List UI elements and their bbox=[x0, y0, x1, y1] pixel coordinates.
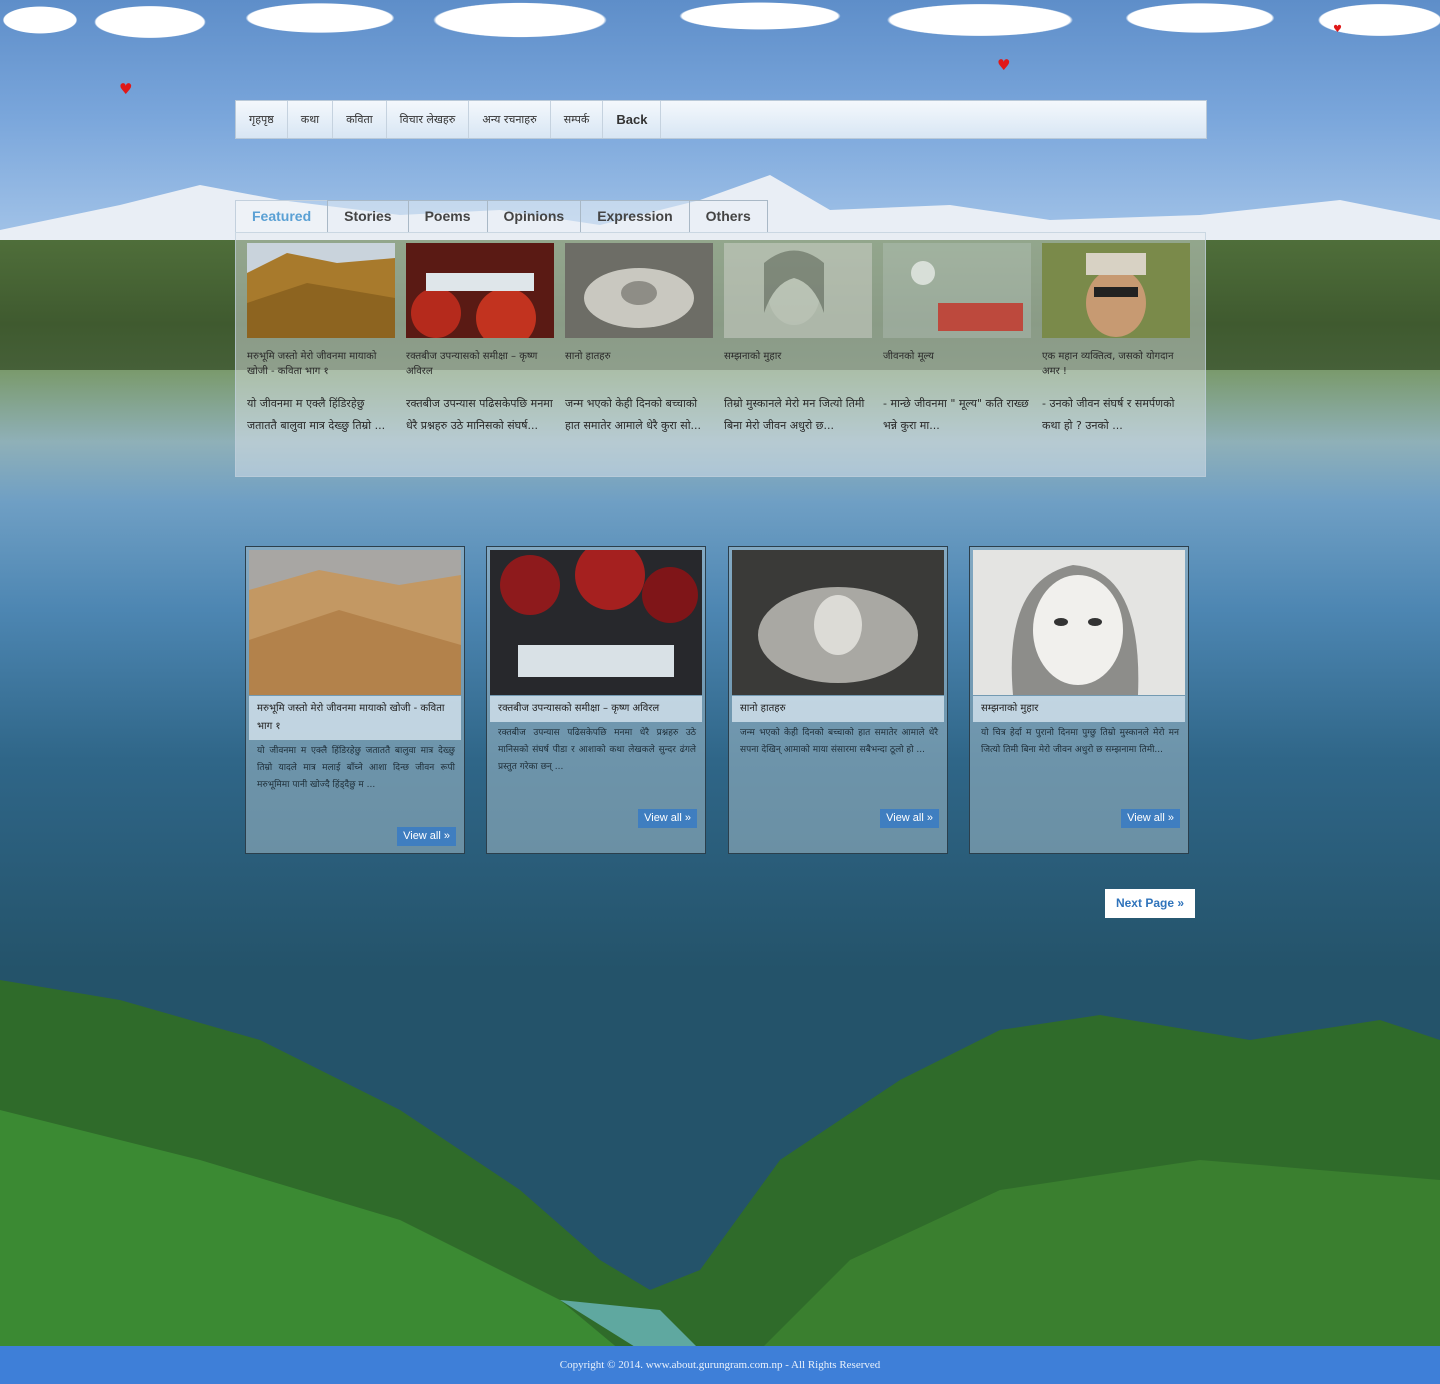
featured-excerpt: जन्म भएको केही दिनको बच्चाको हात समातेर … bbox=[565, 397, 702, 432]
tab-featured[interactable]: Featured bbox=[235, 200, 329, 232]
nav-item-contact[interactable]: सम्पर्क bbox=[551, 101, 604, 138]
nav-item-poems[interactable]: कविता bbox=[333, 101, 387, 138]
clouds bbox=[0, 0, 1440, 60]
nav-item-home[interactable]: गृहपृष्ठ bbox=[236, 101, 288, 138]
featured-excerpt: - उनको जीवन संघर्ष र समर्पणको कथा हो ? उ… bbox=[1042, 397, 1175, 432]
post-image bbox=[249, 550, 461, 695]
featured-title: मरुभूमि जस्तो मेरो जीवनमा मायाको खोजी - … bbox=[247, 351, 377, 377]
featured-excerpt: रक्तबीज उपन्यास पढिसकेपछि मनमा धेरै प्रश… bbox=[406, 397, 553, 432]
view-all-button[interactable]: View all » bbox=[397, 827, 456, 846]
featured-title: रक्तबीज उपन्यासको समीक्षा – कृष्ण अविरल bbox=[406, 351, 538, 377]
featured-item[interactable]: मरुभूमि जस्तो मेरो जीवनमा मायाको खोजी - … bbox=[247, 243, 395, 437]
featured-item[interactable]: सम्झनाको मुहार तिम्रो मुस्कानले मेरो मन … bbox=[724, 243, 872, 437]
green-hills bbox=[0, 980, 1440, 1350]
featured-item[interactable]: रक्तबीज उपन्यासको समीक्षा – कृष्ण अविरल … bbox=[406, 243, 554, 437]
post-card: रक्तबीज उपन्यासको समीक्षा – कृष्ण अविरल … bbox=[486, 546, 706, 854]
tab-others[interactable]: Others bbox=[688, 200, 768, 232]
nav-item-stories[interactable]: कथा bbox=[288, 101, 334, 138]
tab-expression[interactable]: Expression bbox=[580, 200, 690, 232]
nav-item-others[interactable]: अन्य रचनाहरु bbox=[469, 101, 551, 138]
featured-item[interactable]: एक महान व्यक्तित्व, जसको योगदान अमर ! - … bbox=[1042, 243, 1190, 437]
next-page-button[interactable]: Next Page » bbox=[1105, 889, 1195, 918]
featured-title: सानो हातहरु bbox=[565, 351, 611, 362]
nav-item-opinions[interactable]: विचार लेखहरु bbox=[387, 101, 470, 138]
footer-copyright: Copyright © 2014. www.about.gurungram.co… bbox=[0, 1346, 1440, 1384]
featured-thumbnail bbox=[565, 243, 713, 338]
category-tabs: Featured Stories Poems Opinions Expressi… bbox=[235, 200, 768, 232]
featured-item[interactable]: जीवनको मूल्य - मान्छे जीवनमा " मूल्य" कत… bbox=[883, 243, 1031, 437]
featured-thumbnail bbox=[724, 243, 872, 338]
featured-thumbnail bbox=[406, 243, 554, 338]
post-card: सानो हातहरु जन्म भएको केही दिनको बच्चाको… bbox=[728, 546, 948, 854]
featured-title: जीवनको मूल्य bbox=[883, 351, 934, 362]
featured-thumbnail bbox=[883, 243, 1031, 338]
tab-opinions[interactable]: Opinions bbox=[486, 200, 582, 232]
featured-title: एक महान व्यक्तित्व, जसको योगदान अमर ! bbox=[1042, 351, 1174, 377]
featured-excerpt: - मान्छे जीवनमा " मूल्य" कति राख्छ भन्ने… bbox=[883, 397, 1029, 432]
main-navigation: गृहपृष्ठ कथा कविता विचार लेखहरु अन्य रचन… bbox=[235, 100, 1207, 139]
post-excerpt: यो चित्र हेर्दा म पुरानो दिनमा पुग्छु ति… bbox=[981, 728, 1179, 755]
post-card: सम्झनाको मुहार यो चित्र हेर्दा म पुरानो … bbox=[969, 546, 1189, 854]
nav-item-back[interactable]: Back bbox=[603, 101, 662, 138]
tab-stories[interactable]: Stories bbox=[327, 200, 409, 232]
post-card: मरुभूमि जस्तो मेरो जीवनमा मायाको खोजी - … bbox=[245, 546, 465, 854]
view-all-button[interactable]: View all » bbox=[638, 809, 697, 828]
post-title[interactable]: सम्झनाको मुहार bbox=[973, 696, 1185, 722]
heart-icon: ♥ bbox=[1333, 24, 1342, 35]
featured-excerpt: यो जीवनमा म एक्लै हिंडिरहेछु जताततै बालु… bbox=[247, 397, 386, 432]
post-image bbox=[973, 550, 1185, 695]
featured-item[interactable]: सानो हातहरु जन्म भएको केही दिनको बच्चाको… bbox=[565, 243, 713, 437]
post-title[interactable]: रक्तबीज उपन्यासको समीक्षा – कृष्ण अविरल bbox=[490, 696, 702, 722]
post-title[interactable]: मरुभूमि जस्तो मेरो जीवनमा मायाको खोजी - … bbox=[249, 696, 461, 740]
view-all-button[interactable]: View all » bbox=[880, 809, 939, 828]
tab-poems[interactable]: Poems bbox=[407, 200, 488, 232]
post-image bbox=[490, 550, 702, 695]
featured-excerpt: तिम्रो मुस्कानले मेरो मन जित्यो तिमी बिन… bbox=[724, 397, 865, 432]
featured-title: सम्झनाको मुहार bbox=[724, 351, 782, 362]
post-excerpt: यो जीवनमा म एक्लै हिंडिरहेछु जताततै बालु… bbox=[257, 746, 455, 790]
post-excerpt: रक्तबीज उपन्यास पढिसकेपछि मनमा धेरै प्रश… bbox=[498, 728, 696, 772]
heart-icon: ♥ bbox=[997, 56, 1011, 74]
featured-thumbnail bbox=[247, 243, 395, 338]
view-all-button[interactable]: View all » bbox=[1121, 809, 1180, 828]
post-title[interactable]: सानो हातहरु bbox=[732, 696, 944, 722]
post-excerpt: जन्म भएको केही दिनको बच्चाको हात समातेर … bbox=[740, 728, 938, 755]
featured-panel: मरुभूमि जस्तो मेरो जीवनमा मायाको खोजी - … bbox=[235, 232, 1206, 477]
featured-thumbnail bbox=[1042, 243, 1190, 338]
heart-icon: ♥ bbox=[119, 80, 133, 98]
post-image bbox=[732, 550, 944, 695]
